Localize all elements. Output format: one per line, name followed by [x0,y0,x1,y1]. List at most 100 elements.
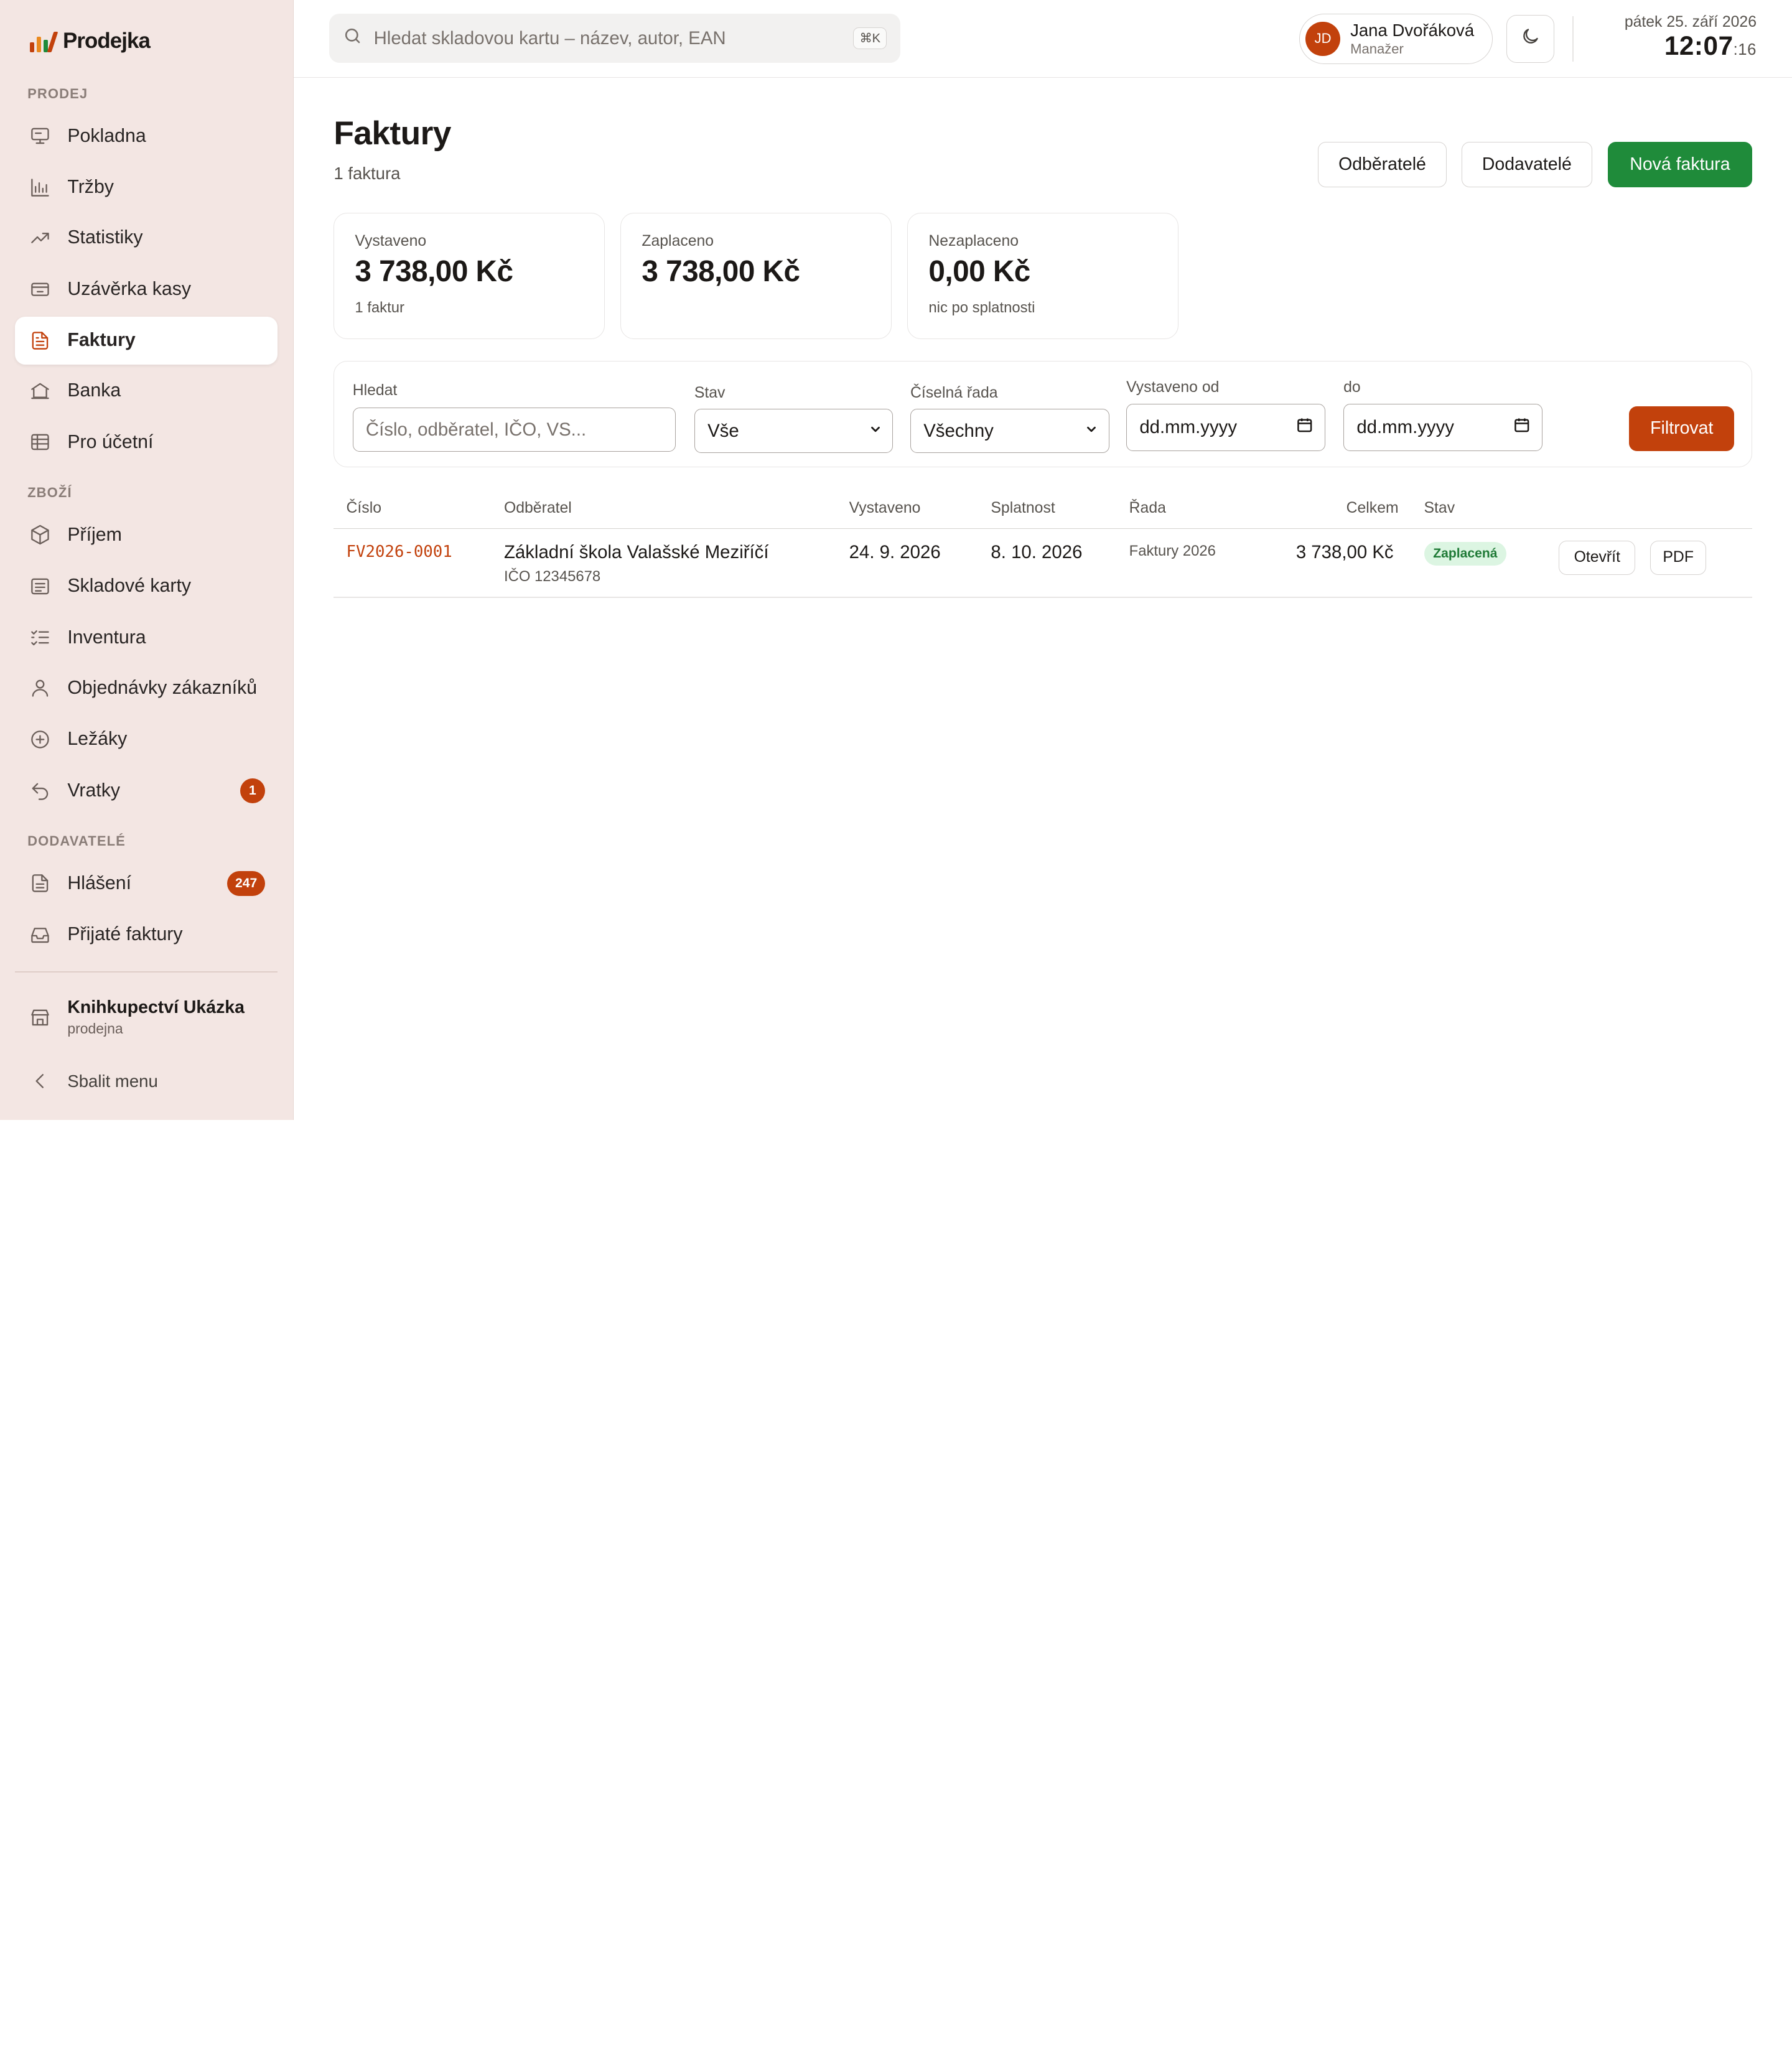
checklist-icon [29,627,52,650]
bar-chart-icon [29,176,52,199]
sidebar-item-uzaverka-kasy[interactable]: Uzávěrka kasy [15,265,278,313]
invoice-number-link[interactable]: FV2026-0001 [347,543,452,561]
topbar: ⌘K JD Jana Dvořáková Manažer pátek 25. z… [294,0,1792,78]
section-label-prodej: PRODEJ [27,85,88,101]
sidebar-item-inventura[interactable]: Inventura [15,613,278,661]
due-date: 8. 10. 2026 [991,541,1083,562]
filter-from-date[interactable]: dd.mm.yyyy [1126,404,1325,451]
stat-label: Zaplaceno [642,232,714,250]
sidebar-item-statistiky[interactable]: Statistiky [15,213,278,261]
filter-search-label: Hledat [352,382,398,399]
page-subtitle: 1 faktura [334,163,401,183]
current-date: pátek 25. září 2026 [1624,14,1757,31]
user-icon [29,676,52,699]
sidebar-item-objednavky[interactable]: Objednávky zákazníků [15,664,278,712]
time-hm: 12:07 [1664,31,1734,61]
store-icon [29,1006,52,1029]
cash-register-icon [29,278,52,301]
filter-status-select[interactable]: Vše [694,408,894,454]
app-root: Prodejka PRODEJ Pokladna Tržby Statistik… [0,0,1792,1120]
store-switcher[interactable]: Knihkupectví Ukázka prodejna [29,997,245,1037]
card-list-icon [29,575,52,598]
sidebar-item-label: Uzávěrka kasy [67,278,192,299]
user-menu-button[interactable]: JD Jana Dvořáková Manažer [1299,14,1493,64]
sidebar-divider [14,971,278,973]
suppliers-button[interactable]: Dodavatelé [1462,141,1592,188]
monitor-icon [29,124,52,147]
sidebar-item-hlaseni[interactable]: Hlášení 247 [15,859,278,907]
sidebar-item-trzby[interactable]: Tržby [15,164,278,212]
new-invoice-button[interactable]: Nová faktura [1608,141,1752,188]
sidebar-item-banka[interactable]: Banka [15,367,278,415]
filter-status-label: Stav [694,385,726,402]
column-header-series[interactable]: Řada [1129,500,1166,517]
filter-search-input[interactable] [365,419,663,441]
sidebar-item-faktury[interactable]: Faktury [14,316,278,365]
stat-note: 1 faktur [355,299,404,316]
filter-from-label: Vystaveno od [1126,378,1220,396]
column-header-issued[interactable]: Vystaveno [849,500,921,517]
open-invoice-button[interactable]: Otevřít [1559,540,1636,575]
sidebar-item-pokladna[interactable]: Pokladna [15,112,278,160]
sidebar-item-label: Pokladna [67,125,146,146]
sidebar-item-prijem[interactable]: Příjem [15,511,278,559]
table-row-divider [334,596,1752,598]
search-shortcut-hint: ⌘K [853,27,887,49]
filter-to-date[interactable]: dd.mm.yyyy [1343,404,1542,451]
filter-series-select[interactable]: Všechny [910,408,1109,454]
topbar-divider [1572,16,1574,62]
filter-status-value: Vše [707,420,739,441]
bank-icon [29,380,52,403]
dark-mode-toggle[interactable] [1506,14,1554,63]
section-label-zbozi: ZBOŽÍ [27,484,72,500]
status-badge: Zaplacená [1424,541,1507,566]
user-name: Jana Dvořáková [1350,20,1475,40]
sidebar-item-pro-ucetni[interactable]: Pro účetní [15,418,278,466]
table-header-divider [334,528,1752,529]
global-search[interactable]: ⌘K [329,14,901,63]
issued-date: 24. 9. 2026 [849,541,941,562]
filter-search-field[interactable] [352,407,676,452]
filter-panel: Hledat Stav Vše Číselná řada Všechny Vys… [334,361,1752,468]
invoice-icon [29,329,52,352]
collapse-menu-button[interactable]: Sbalit menu [29,1070,158,1093]
column-header-status[interactable]: Stav [1424,500,1455,517]
stat-card-paid: Zaplaceno 3 738,00 Kč [620,212,892,340]
sidebar-item-vratky[interactable]: Vratky 1 [15,767,278,814]
search-input[interactable] [373,27,842,49]
calendar-icon[interactable] [1296,416,1314,439]
sidebar-item-lezaky[interactable]: Ležáky [15,716,278,763]
sidebar-item-label: Skladové karty [67,576,192,597]
sidebar-item-label: Tržby [67,177,114,198]
search-icon [343,26,362,50]
sidebar-item-label: Hlášení [67,872,132,893]
stat-value: 3 738,00 Kč [642,255,800,289]
chevron-down-icon [1085,421,1098,442]
filter-submit-button[interactable]: Filtrovat [1629,406,1735,451]
pdf-button[interactable]: PDF [1650,540,1707,575]
column-header-number[interactable]: Číslo [347,500,381,517]
stat-note: nic po splatnosti [928,299,1035,316]
calendar-icon[interactable] [1513,416,1531,439]
customers-button[interactable]: Odběratelé [1317,141,1447,188]
sidebar-item-label: Banka [67,380,121,401]
sidebar-item-skladove-karty[interactable]: Skladové karty [15,562,278,610]
sidebar-item-label: Ležáky [67,729,128,750]
stat-label: Nezaplaceno [928,232,1019,250]
box-icon [29,523,52,546]
sidebar-item-prijate-faktury[interactable]: Přijaté faktury [15,911,278,959]
column-header-due[interactable]: Splatnost [991,500,1055,517]
moon-icon [1520,26,1541,52]
logo[interactable]: Prodejka [29,29,151,54]
trend-icon [29,226,52,250]
chevron-down-icon [869,421,882,442]
customer-name: Základní škola Valašské Meziříčí [503,541,769,562]
column-header-customer[interactable]: Odběratel [504,500,572,517]
sidebar-item-label: Vratky [67,780,121,801]
stat-value: 0,00 Kč [928,255,1030,289]
store-name: Knihkupectví Ukázka [67,997,245,1018]
sidebar: Prodejka PRODEJ Pokladna Tržby Statistik… [0,0,294,1120]
sidebar-item-label: Pro účetní [67,431,154,452]
avatar: JD [1305,21,1340,56]
column-header-total[interactable]: Celkem [1346,500,1399,517]
